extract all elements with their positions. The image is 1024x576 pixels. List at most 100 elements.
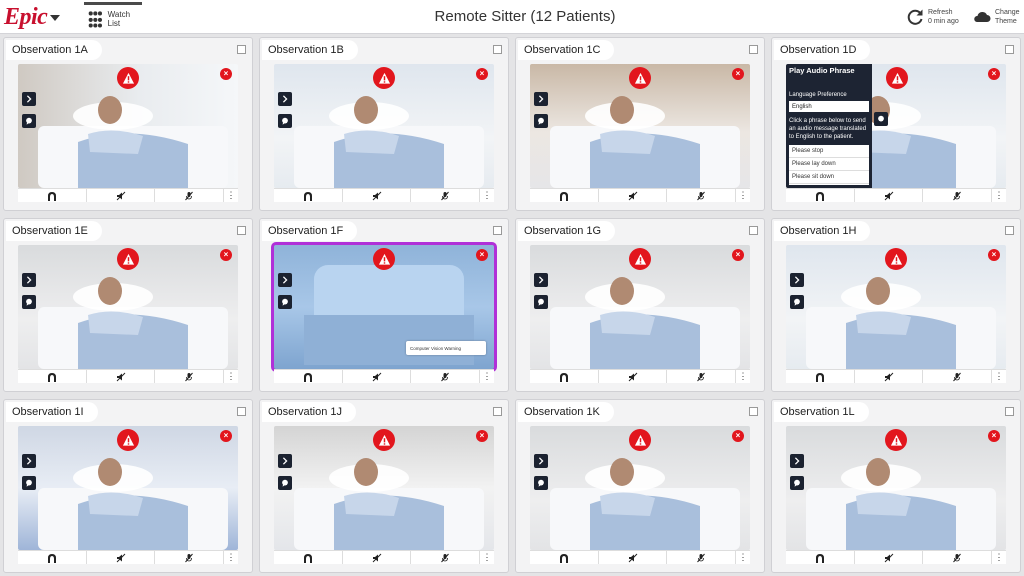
select-checkbox[interactable] <box>1005 407 1014 416</box>
expand-button[interactable] <box>22 273 36 287</box>
chat-button[interactable] <box>790 295 804 309</box>
chat-button[interactable] <box>278 295 292 309</box>
mic-mute-button[interactable] <box>411 370 481 383</box>
expand-button[interactable] <box>790 273 804 287</box>
more-options-button[interactable]: ⋮ <box>480 189 494 202</box>
alert-button[interactable] <box>117 429 139 451</box>
speaker-mute-button[interactable] <box>855 551 924 564</box>
more-options-button[interactable]: ⋮ <box>480 370 494 383</box>
alert-button[interactable] <box>885 248 907 270</box>
camera-feed[interactable]: × Play Audio Phrase Language Preference Eng… <box>786 64 1006 188</box>
close-icon[interactable]: × <box>476 249 488 261</box>
close-icon[interactable]: × <box>988 68 1000 80</box>
camera-feed[interactable]: × <box>18 426 238 550</box>
camera-button[interactable] <box>530 370 599 383</box>
speaker-mute-button[interactable] <box>343 189 412 202</box>
expand-button[interactable] <box>534 92 548 106</box>
camera-button[interactable] <box>18 551 87 564</box>
send-audio-button[interactable] <box>874 112 888 126</box>
speaker-mute-button[interactable] <box>599 551 668 564</box>
select-checkbox[interactable] <box>749 45 758 54</box>
expand-button[interactable] <box>278 92 292 106</box>
more-options-button[interactable]: ⋮ <box>224 551 238 564</box>
more-options-button[interactable]: ⋮ <box>992 189 1006 202</box>
select-checkbox[interactable] <box>1005 226 1014 235</box>
phrase-item[interactable]: Please sit down <box>789 171 869 184</box>
speaker-mute-button[interactable] <box>855 370 924 383</box>
mic-mute-button[interactable] <box>923 370 993 383</box>
mic-mute-button[interactable] <box>923 189 993 202</box>
select-checkbox[interactable] <box>1005 45 1014 54</box>
close-icon[interactable]: × <box>988 430 1000 442</box>
more-options-button[interactable]: ⋮ <box>992 551 1006 564</box>
alert-button[interactable] <box>117 67 139 89</box>
phrase-item[interactable]: Please stop <box>789 145 869 158</box>
select-checkbox[interactable] <box>493 45 502 54</box>
language-select[interactable]: English <box>789 101 869 112</box>
mic-mute-button[interactable] <box>411 551 481 564</box>
close-icon[interactable]: × <box>476 68 488 80</box>
mic-mute-button[interactable] <box>667 189 737 202</box>
camera-button[interactable] <box>786 189 855 202</box>
select-checkbox[interactable] <box>237 226 246 235</box>
camera-feed[interactable]: × <box>530 245 750 369</box>
alert-button[interactable] <box>629 429 651 451</box>
chat-button[interactable] <box>534 295 548 309</box>
chat-button[interactable] <box>534 114 548 128</box>
alert-button[interactable] <box>373 248 395 270</box>
more-options-button[interactable]: ⋮ <box>736 370 750 383</box>
chat-button[interactable] <box>278 476 292 490</box>
close-icon[interactable]: × <box>988 249 1000 261</box>
camera-feed[interactable]: × <box>530 426 750 550</box>
camera-button[interactable] <box>18 189 87 202</box>
chat-button[interactable] <box>22 114 36 128</box>
camera-feed[interactable]: × <box>786 245 1006 369</box>
alert-button[interactable] <box>629 248 651 270</box>
close-icon[interactable]: × <box>732 68 744 80</box>
speaker-mute-button[interactable] <box>599 370 668 383</box>
speaker-mute-button[interactable] <box>855 189 924 202</box>
more-options-button[interactable]: ⋮ <box>224 370 238 383</box>
camera-button[interactable] <box>786 551 855 564</box>
select-checkbox[interactable] <box>749 226 758 235</box>
alert-button[interactable] <box>629 67 651 89</box>
expand-button[interactable] <box>534 273 548 287</box>
expand-button[interactable] <box>22 92 36 106</box>
mic-mute-button[interactable] <box>155 370 225 383</box>
select-checkbox[interactable] <box>493 226 502 235</box>
select-checkbox[interactable] <box>237 407 246 416</box>
more-options-button[interactable]: ⋮ <box>736 551 750 564</box>
change-theme-button[interactable]: Change Theme <box>972 5 1020 29</box>
select-checkbox[interactable] <box>749 407 758 416</box>
mic-mute-button[interactable] <box>667 551 737 564</box>
watch-list-button[interactable]: Watch List <box>84 2 142 32</box>
epic-logo[interactable]: Epic <box>4 4 61 30</box>
camera-button[interactable] <box>530 551 599 564</box>
mic-mute-button[interactable] <box>155 189 225 202</box>
mic-mute-button[interactable] <box>411 189 481 202</box>
chat-button[interactable] <box>790 476 804 490</box>
camera-feed[interactable]: × <box>274 64 494 188</box>
camera-button[interactable] <box>274 551 343 564</box>
close-icon[interactable]: × <box>476 430 488 442</box>
chevron-down-icon[interactable] <box>50 15 61 21</box>
more-options-button[interactable]: ⋮ <box>736 189 750 202</box>
chat-button[interactable] <box>22 295 36 309</box>
camera-feed[interactable]: × <box>530 64 750 188</box>
expand-button[interactable] <box>534 454 548 468</box>
mic-mute-button[interactable] <box>667 370 737 383</box>
camera-button[interactable] <box>274 189 343 202</box>
speaker-mute-button[interactable] <box>343 551 412 564</box>
speaker-mute-button[interactable] <box>343 370 412 383</box>
more-options-button[interactable]: ⋮ <box>224 189 238 202</box>
camera-feed[interactable]: × <box>786 426 1006 550</box>
close-icon[interactable]: × <box>732 430 744 442</box>
chat-button[interactable] <box>278 114 292 128</box>
expand-button[interactable] <box>22 454 36 468</box>
alert-button[interactable] <box>886 67 908 89</box>
close-icon[interactable]: × <box>220 68 232 80</box>
camera-feed[interactable]: × Computer Vision Warning <box>271 242 497 372</box>
speaker-mute-button[interactable] <box>599 189 668 202</box>
camera-feed[interactable]: × <box>18 64 238 188</box>
speaker-mute-button[interactable] <box>87 370 156 383</box>
